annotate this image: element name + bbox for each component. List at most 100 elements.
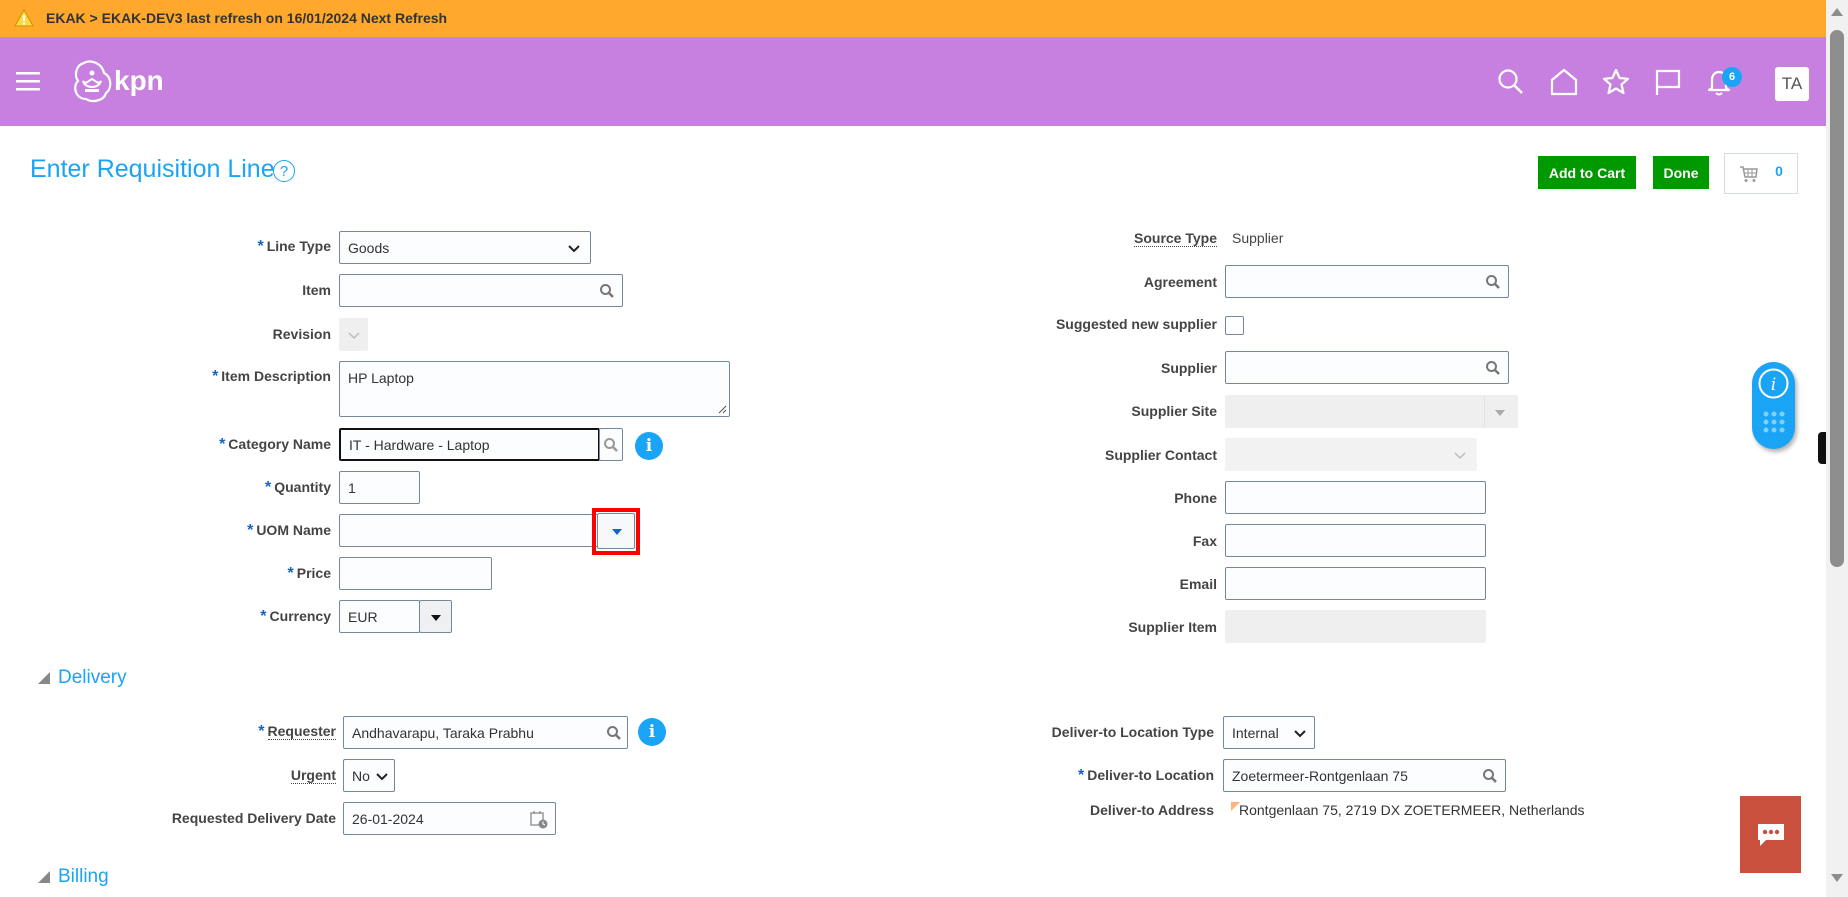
user-avatar[interactable]: TA: [1775, 67, 1809, 101]
add-to-cart-button[interactable]: Add to Cart: [1538, 156, 1636, 189]
source-type-value: Supplier: [1232, 230, 1284, 246]
supplier-site-label: Supplier Site: [1131, 403, 1217, 419]
chevron-down-icon: [348, 332, 360, 340]
phone-label: Phone: [1174, 490, 1217, 506]
kpn-logo[interactable]: kpn: [70, 59, 170, 105]
deliver-to-location-type-select[interactable]: Internal: [1223, 716, 1315, 749]
price-input[interactable]: [339, 557, 492, 590]
billing-section-title: Billing: [58, 866, 109, 887]
quantity-input[interactable]: 1: [339, 471, 420, 504]
supplier-item-label: Supplier Item: [1128, 619, 1217, 635]
brand-name: kpn: [114, 65, 164, 96]
urgent-select[interactable]: No: [343, 759, 395, 792]
email-input[interactable]: [1225, 567, 1486, 600]
fax-label: Fax: [1192, 533, 1217, 549]
home-icon[interactable]: [1549, 67, 1579, 97]
chevron-down-icon: [1454, 452, 1466, 460]
source-type-label: Source Type: [1134, 230, 1217, 247]
info-icon[interactable]: i: [1757, 367, 1790, 400]
star-icon[interactable]: [1601, 67, 1631, 97]
requester-info-icon[interactable]: i: [638, 718, 666, 746]
cart-count: 0: [1775, 162, 1783, 179]
shopping-cart-button[interactable]: 0: [1724, 153, 1798, 194]
scrollbar-thumb[interactable]: [1830, 30, 1844, 567]
page-scrollbar[interactable]: [1826, 0, 1848, 897]
chevron-down-icon: [1294, 730, 1306, 738]
menu-icon[interactable]: [14, 70, 42, 92]
category-info-icon[interactable]: i: [635, 432, 663, 460]
search-icon[interactable]: [1496, 67, 1526, 97]
dropdown-arrow-icon: [612, 529, 622, 535]
revision-label: Revision: [272, 326, 331, 342]
calendar-icon[interactable]: [529, 810, 549, 829]
agreement-input[interactable]: [1225, 265, 1509, 298]
kpn-crown-icon: [74, 60, 112, 103]
item-description-label: * Item Description: [212, 368, 331, 385]
requested-delivery-date-input[interactable]: 26-01-2024: [343, 802, 556, 835]
scroll-up-arrow-icon[interactable]: [1831, 8, 1843, 16]
currency-dropdown-button[interactable]: [419, 600, 452, 633]
collapse-triangle-icon: [38, 871, 50, 883]
supplier-contact-select[interactable]: [1225, 438, 1477, 471]
scroll-down-arrow-icon[interactable]: [1831, 874, 1843, 882]
supplier-contact-label: Supplier Contact: [1104, 447, 1217, 463]
uom-name-input[interactable]: [339, 514, 609, 547]
collapse-triangle-icon: [38, 672, 50, 684]
suggested-new-supplier-label: Suggested new supplier: [1055, 316, 1217, 332]
item-input[interactable]: [339, 274, 623, 307]
supplier-input[interactable]: [1225, 351, 1509, 384]
category-name-input[interactable]: IT - Hardware - Laptop: [339, 428, 600, 461]
dropdown-arrow-icon: [1495, 410, 1505, 416]
warning-icon: [14, 9, 34, 27]
line-type-select[interactable]: Goods: [339, 231, 591, 264]
supplier-item-input: [1225, 610, 1486, 643]
notification-badge[interactable]: 6: [1722, 67, 1742, 87]
currency-input[interactable]: EUR: [339, 600, 420, 633]
chevron-down-icon: [376, 773, 388, 781]
billing-section-header[interactable]: Billing: [38, 866, 109, 888]
uom-dropdown-button[interactable]: [597, 513, 635, 549]
search-icon[interactable]: [1485, 274, 1501, 290]
chat-bubble-icon: [1757, 823, 1784, 846]
flag-icon[interactable]: [1653, 67, 1683, 97]
page-title: Enter Requisition Line: [30, 155, 275, 183]
deliver-to-location-type-label: Deliver-to Location Type: [1051, 724, 1214, 740]
email-label: Email: [1179, 576, 1217, 592]
agreement-label: Agreement: [1143, 274, 1217, 290]
uom-name-label: * UOM Name: [247, 522, 331, 539]
resize-handle-icon[interactable]: [717, 404, 727, 414]
side-panel-handle[interactable]: [1818, 432, 1826, 464]
deliver-to-location-input[interactable]: Zoetermeer-Rontgenlaan 75: [1223, 759, 1506, 792]
requester-input[interactable]: Andhavarapu, Taraka Prabhu: [343, 716, 628, 749]
phone-input[interactable]: [1225, 481, 1486, 514]
currency-label: * Currency: [260, 608, 331, 625]
fax-input[interactable]: [1225, 524, 1486, 557]
suggested-new-supplier-checkbox[interactable]: [1225, 316, 1244, 335]
environment-banner: EKAK > EKAK-DEV3 last refresh on 16/01/2…: [0, 0, 1826, 37]
chat-button[interactable]: [1740, 796, 1801, 873]
revision-select[interactable]: [339, 318, 368, 351]
done-button[interactable]: Done: [1653, 156, 1709, 189]
quantity-label: * Quantity: [264, 479, 331, 496]
deliver-to-location-label: * Deliver-to Location: [1077, 767, 1214, 784]
svg-text:i: i: [1771, 375, 1776, 395]
grid-dots-icon[interactable]: [1762, 410, 1786, 434]
item-description-textarea[interactable]: HP Laptop: [339, 361, 730, 417]
delivery-section-header[interactable]: Delivery: [38, 667, 127, 689]
global-header: kpn 6 TA: [0, 37, 1826, 126]
category-search-button[interactable]: [599, 428, 623, 461]
cart-icon: [1740, 165, 1758, 182]
urgent-label: Urgent: [290, 767, 336, 784]
delivery-section-title: Delivery: [58, 667, 127, 688]
floating-help-widget[interactable]: i: [1752, 362, 1795, 449]
help-icon[interactable]: ?: [273, 160, 295, 182]
line-type-label: * Line Type: [257, 238, 331, 255]
requester-label: * Requester: [258, 723, 336, 740]
search-icon[interactable]: [1482, 768, 1498, 784]
search-icon[interactable]: [599, 283, 615, 299]
search-icon[interactable]: [1485, 360, 1501, 376]
deliver-to-address-label: Deliver-to Address: [1090, 802, 1214, 818]
price-label: * Price: [287, 565, 331, 582]
search-icon[interactable]: [606, 725, 622, 741]
supplier-site-select[interactable]: [1225, 395, 1518, 428]
